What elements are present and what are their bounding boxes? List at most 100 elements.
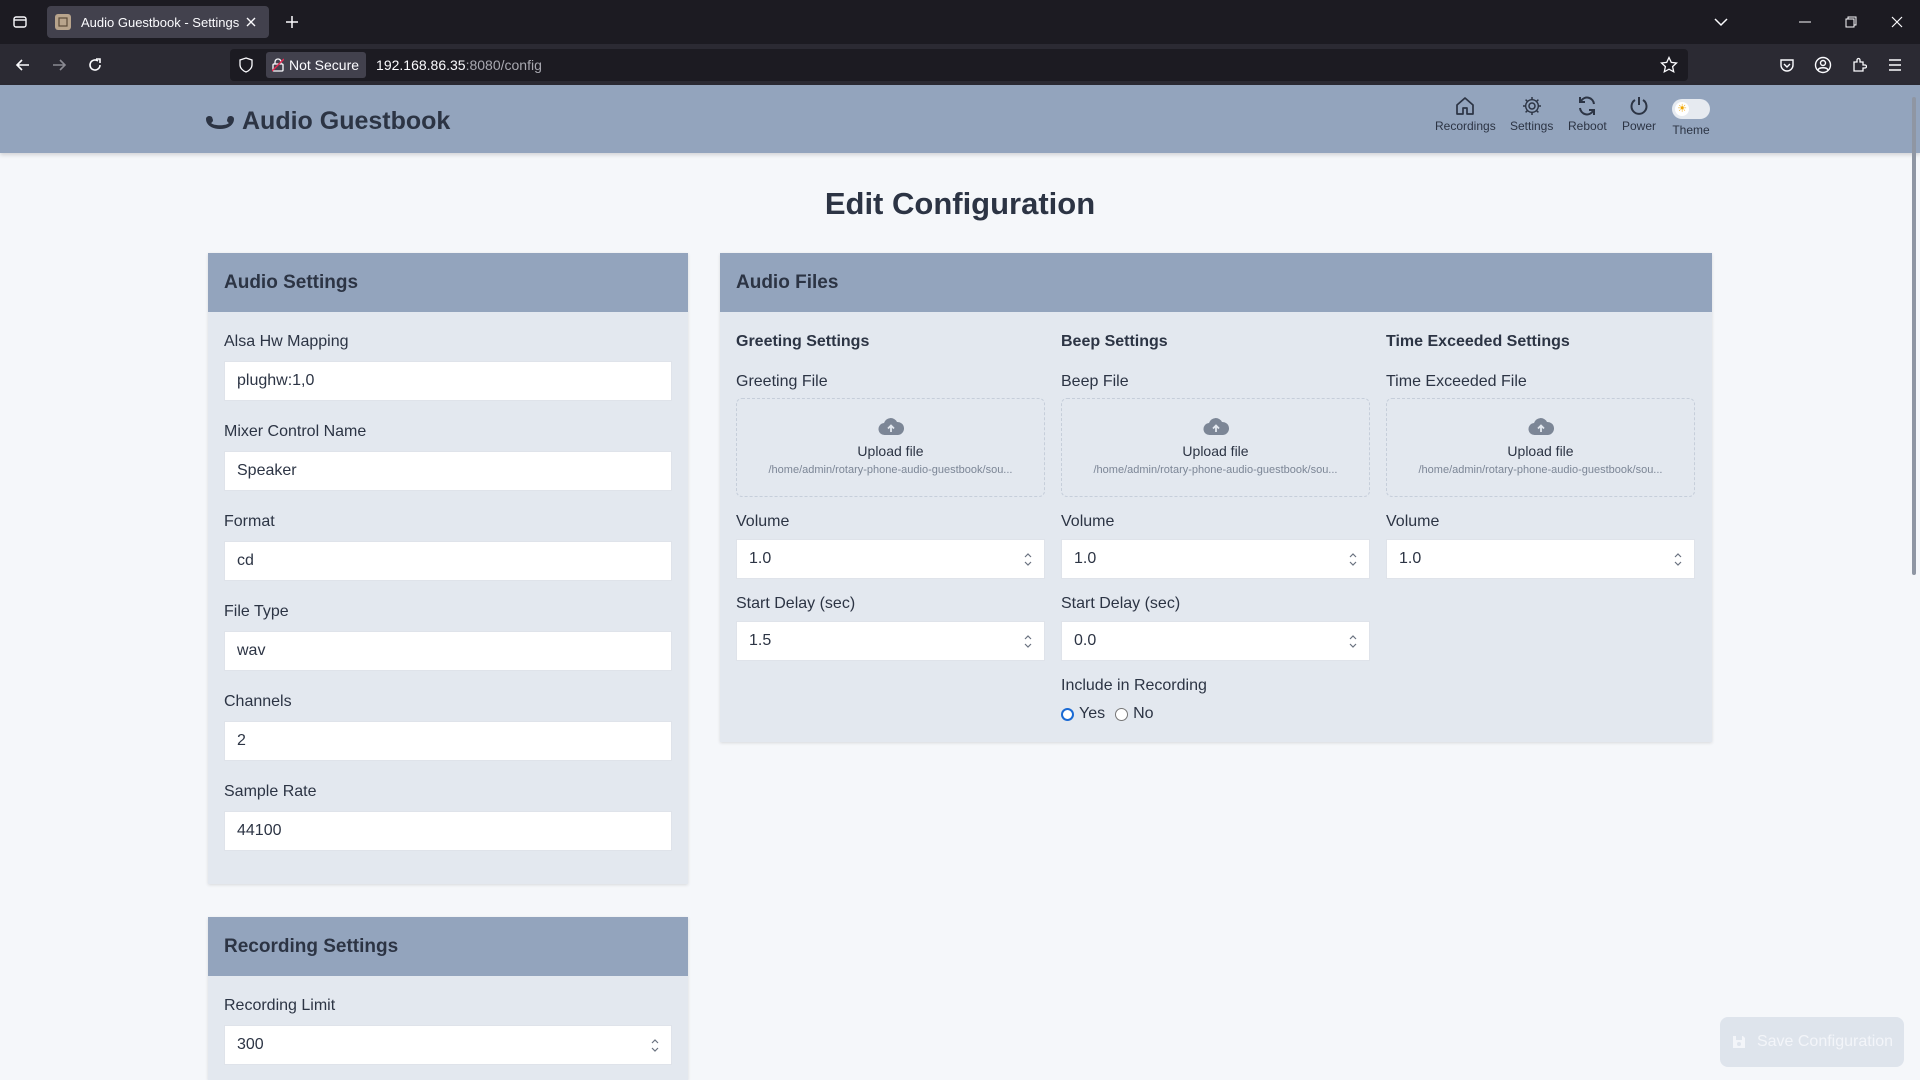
nav-recordings-label: Recordings: [1435, 119, 1496, 133]
extensions-icon[interactable]: [1844, 50, 1874, 80]
include-yes-label[interactable]: Yes: [1079, 705, 1105, 723]
number-stepper-icon[interactable]: [1022, 633, 1034, 650]
account-icon[interactable]: [1808, 50, 1838, 80]
greeting-volume-label: Volume: [736, 513, 790, 530]
number-stepper-icon[interactable]: [1022, 551, 1034, 568]
tracking-protection-icon[interactable]: [238, 57, 254, 78]
format-input[interactable]: cd: [224, 541, 672, 581]
beep-volume-label: Volume: [1061, 513, 1115, 530]
forward-icon[interactable]: [44, 50, 74, 80]
nav-reboot[interactable]: Reboot: [1568, 95, 1607, 133]
file-type-input[interactable]: wav: [224, 631, 672, 671]
url-bar[interactable]: Not Secure 192.168.86.35:8080/config: [230, 49, 1688, 81]
audio-settings-card: Audio Settings Alsa Hw Mapping plughw:1,…: [208, 253, 688, 884]
app-header: Audio Guestbook Recordings Settings Rebo…: [0, 85, 1920, 153]
sample-rate-label: Sample Rate: [224, 783, 317, 800]
number-stepper-icon[interactable]: [1347, 551, 1359, 568]
beep-delay-input[interactable]: 0.0: [1061, 621, 1370, 661]
theme-toggle[interactable]: ☀: [1672, 99, 1710, 119]
browser-tab[interactable]: Audio Guestbook - Settings: [47, 6, 269, 38]
beep-upload-label: Upload file: [1182, 443, 1249, 459]
include-no-label[interactable]: No: [1133, 705, 1153, 723]
cloud-upload-icon: [1203, 418, 1229, 436]
beep-file-label: Beep File: [1061, 373, 1129, 390]
save-icon: [1731, 1034, 1747, 1050]
tab-close-icon[interactable]: [241, 12, 261, 32]
greeting-delay-input[interactable]: 1.5: [736, 621, 1045, 661]
greeting-file-label: Greeting File: [736, 373, 828, 390]
tab-list-icon[interactable]: [0, 0, 40, 44]
include-yes-radio[interactable]: [1061, 707, 1074, 721]
greeting-upload-label: Upload file: [857, 443, 924, 459]
time-exceeded-volume-input[interactable]: 1.0: [1386, 539, 1695, 579]
sample-rate-input[interactable]: 44100: [224, 811, 672, 851]
browser-tab-bar: Audio Guestbook - Settings: [0, 0, 1920, 44]
cloud-upload-icon: [1528, 418, 1554, 436]
url-text[interactable]: 192.168.86.35:8080/config: [376, 57, 542, 73]
save-configuration-label: Save Configuration: [1756, 1033, 1894, 1050]
save-configuration-button[interactable]: Save Configuration: [1720, 1017, 1904, 1067]
time-exceeded-file-path: /home/admin/rotary-phone-audio-guestbook…: [1418, 464, 1663, 476]
beep-volume-value: 1.0: [1074, 550, 1097, 567]
nav-settings-label: Settings: [1510, 119, 1554, 133]
pocket-icon[interactable]: [1772, 50, 1802, 80]
beep-file-path: /home/admin/rotary-phone-audio-guestbook…: [1093, 464, 1338, 476]
close-window-icon[interactable]: [1874, 0, 1920, 44]
restore-icon[interactable]: [1828, 0, 1874, 44]
brand-logo[interactable]: Audio Guestbook: [204, 107, 450, 136]
new-tab-icon[interactable]: [280, 10, 304, 34]
url-path: :8080/config: [465, 57, 542, 73]
back-icon[interactable]: [8, 50, 38, 80]
file-type-label: File Type: [224, 603, 289, 620]
time-exceeded-upload-label: Upload file: [1507, 443, 1574, 459]
not-secure-label: Not Secure: [289, 57, 360, 73]
minimize-icon[interactable]: [1782, 0, 1828, 44]
menu-icon[interactable]: [1880, 50, 1910, 80]
number-stepper-icon[interactable]: [649, 1037, 661, 1054]
audio-files-header: Audio Files: [720, 253, 1712, 312]
reboot-icon: [1579, 96, 1596, 116]
greeting-volume-input[interactable]: 1.0: [736, 539, 1045, 579]
time-exceeded-file-dropzone[interactable]: Upload file /home/admin/rotary-phone-aud…: [1386, 398, 1695, 497]
phone-handset-icon: [204, 113, 236, 131]
time-exceeded-file-label: Time Exceeded File: [1386, 373, 1527, 390]
channels-input[interactable]: 2: [224, 721, 672, 761]
greeting-delay-label: Start Delay (sec): [736, 595, 856, 612]
brand-title: Audio Guestbook: [242, 107, 451, 135]
include-in-recording-label: Include in Recording: [1061, 677, 1207, 694]
nav-theme[interactable]: ☀ Theme: [1672, 95, 1710, 137]
list-all-tabs-icon[interactable]: [1698, 0, 1744, 44]
beep-volume-input[interactable]: 1.0: [1061, 539, 1370, 579]
beep-file-dropzone[interactable]: Upload file /home/admin/rotary-phone-aud…: [1061, 398, 1370, 497]
recording-limit-input[interactable]: 300: [224, 1025, 672, 1065]
greeting-file-path: /home/admin/rotary-phone-audio-guestbook…: [768, 464, 1013, 476]
insecure-lock-icon: [272, 58, 284, 72]
browser-nav-bar: Not Secure 192.168.86.35:8080/config: [0, 44, 1920, 85]
number-stepper-icon[interactable]: [1347, 633, 1359, 650]
recording-settings-card: Recording Settings Recording Limit 300: [208, 917, 688, 1080]
mixer-control-name-label: Mixer Control Name: [224, 423, 367, 440]
tab-favicon-icon: [55, 14, 71, 30]
sun-icon: ☀: [1675, 102, 1689, 116]
include-no-radio[interactable]: [1115, 707, 1129, 721]
time-exceeded-volume-value: 1.0: [1399, 550, 1422, 567]
nav-recordings[interactable]: Recordings: [1435, 95, 1496, 133]
nav-theme-label: Theme: [1672, 123, 1710, 137]
recording-settings-header: Recording Settings: [208, 917, 688, 976]
page-title: Edit Configuration: [824, 186, 1096, 221]
tab-title: Audio Guestbook - Settings: [81, 14, 240, 30]
alsa-hw-mapping-input[interactable]: plughw:1,0: [224, 361, 672, 401]
recording-limit-value: 300: [237, 1036, 264, 1053]
reload-icon[interactable]: [80, 50, 110, 80]
nav-settings[interactable]: Settings: [1510, 95, 1553, 133]
bookmark-star-icon[interactable]: [1660, 55, 1678, 79]
page-scrollbar[interactable]: [1912, 97, 1916, 575]
greeting-file-dropzone[interactable]: Upload file /home/admin/rotary-phone-aud…: [736, 398, 1045, 497]
power-icon: [1630, 97, 1648, 115]
recording-limit-label: Recording Limit: [224, 997, 336, 1014]
number-stepper-icon[interactable]: [1672, 551, 1684, 568]
not-secure-badge[interactable]: Not Secure: [266, 52, 367, 78]
beep-delay-label: Start Delay (sec): [1061, 595, 1181, 612]
nav-power[interactable]: Power: [1622, 95, 1656, 133]
mixer-control-name-input[interactable]: Speaker: [224, 451, 672, 491]
